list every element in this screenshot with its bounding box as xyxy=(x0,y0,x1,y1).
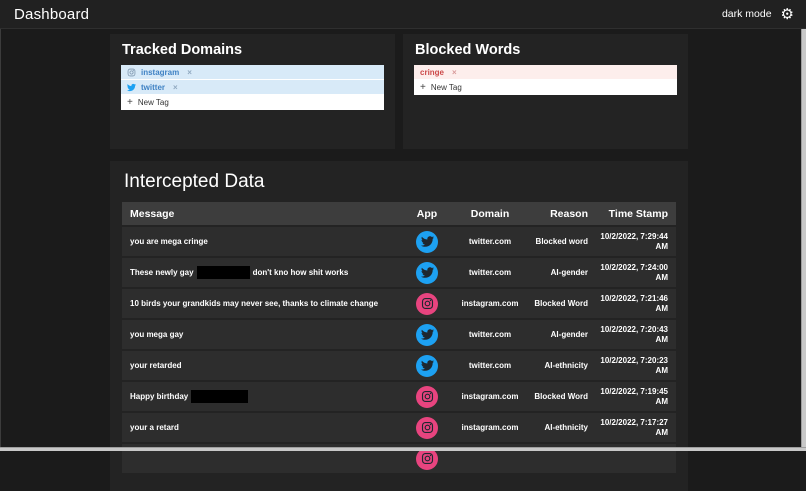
message-cell: your a retard xyxy=(130,422,179,432)
main-content: Tracked Domains instagram × twitter × + New T… xyxy=(0,34,806,491)
instagram-icon xyxy=(416,416,438,439)
reason-cell: AI-gender xyxy=(550,267,588,277)
remove-tag-icon[interactable]: × xyxy=(187,68,192,77)
blocked-words-title: Blocked Words xyxy=(415,42,521,58)
tag-label: instagram xyxy=(141,67,180,77)
timestamp-cell: 10/2/2022, 7:20:23 AM xyxy=(600,355,668,375)
reason-cell: AI-ethnicity xyxy=(544,360,588,370)
twitter-icon xyxy=(127,83,136,92)
table-header-row: Message App Domain Reason Time Stamp xyxy=(122,202,676,225)
top-bar: Dashboard dark mode ⚙ xyxy=(0,0,806,29)
twitter-icon xyxy=(416,323,438,346)
message-cell: you mega gay xyxy=(130,329,184,339)
twitter-icon xyxy=(416,261,438,284)
col-header-domain: Domain xyxy=(470,207,510,220)
col-header-message: Message xyxy=(130,207,175,220)
twitter-icon xyxy=(416,230,438,253)
domain-cell: instagram.com xyxy=(461,391,519,401)
timestamp-cell: 10/2/2022, 7:21:46 AM xyxy=(600,293,668,313)
instagram-icon xyxy=(416,385,438,408)
reason-cell: Blocked word xyxy=(535,236,588,246)
timestamp-cell: 10/2/2022, 7:24:00 AM xyxy=(600,262,668,282)
message-cell: you are mega cringe xyxy=(130,236,208,246)
reason-cell: Blocked Word xyxy=(534,298,588,308)
tag-label: cringe xyxy=(420,67,445,77)
domain-cell: twitter.com xyxy=(468,329,512,339)
intercepted-data-panel: Intercepted Data Message App Domain Reas… xyxy=(110,161,688,491)
remove-tag-icon[interactable]: × xyxy=(173,83,178,92)
instagram-icon xyxy=(416,292,438,315)
domain-cell: instagram.com xyxy=(461,298,519,308)
domain-cell: twitter.com xyxy=(468,236,512,246)
timestamp-cell: 10/2/2022, 7:29:44 AM xyxy=(600,231,668,251)
instagram-icon xyxy=(127,68,136,77)
redaction-box xyxy=(191,390,249,403)
domain-cell: instagram.com xyxy=(461,422,519,432)
page-title: Dashboard xyxy=(14,5,90,23)
tag-label: twitter xyxy=(141,82,165,92)
app-cell xyxy=(404,385,450,408)
table-row: Happy birthday instagram.com Blocked Word 1… xyxy=(122,382,676,411)
col-header-app: App xyxy=(416,207,438,220)
new-tag-label: New Tag xyxy=(137,97,169,107)
app-cell xyxy=(404,323,450,346)
twitter-icon xyxy=(416,354,438,377)
blocked-words-tag-list: cringe × + New Tag xyxy=(414,65,677,95)
app-cell xyxy=(404,416,450,439)
reason-cell: AI-ethnicity xyxy=(544,422,588,432)
tracked-domains-tag-list: instagram × twitter × + New Tag xyxy=(121,65,384,110)
tag-cringe[interactable]: cringe × xyxy=(414,65,677,80)
redaction-box xyxy=(196,266,250,279)
remove-tag-icon[interactable]: × xyxy=(452,68,457,77)
reason-cell: Blocked Word xyxy=(534,391,588,401)
timestamp-cell: 10/2/2022, 7:20:43 AM xyxy=(600,324,668,344)
col-header-reason: Reason xyxy=(550,207,588,220)
table-row: 10 birds your grandkids may never see, t… xyxy=(122,289,676,318)
app-cell xyxy=(404,354,450,377)
tag-instagram[interactable]: instagram × xyxy=(121,65,384,80)
table-body: you are mega cringe twitter.com Blocked wo… xyxy=(122,227,676,473)
domain-cell: twitter.com xyxy=(468,360,512,370)
app-cell xyxy=(404,230,450,253)
vertical-scrollbar[interactable] xyxy=(801,29,806,451)
settings-gear-icon[interactable]: ⚙ xyxy=(781,7,794,22)
domain-cell: twitter.com xyxy=(468,267,512,277)
table-row: you mega gay twitter.com AI-gender 10/2/202… xyxy=(122,320,676,349)
dark-mode-label: dark mode xyxy=(721,8,772,20)
col-header-timestamp: Time Stamp xyxy=(608,207,668,220)
reason-cell: AI-gender xyxy=(550,329,588,339)
tag-twitter[interactable]: twitter × xyxy=(121,80,384,95)
blocked-words-panel: Blocked Words cringe × + New Tag xyxy=(403,34,688,149)
app-cell xyxy=(404,292,450,315)
tracked-domains-panel: Tracked Domains instagram × twitter × + New T… xyxy=(110,34,395,149)
intercepted-data-title: Intercepted Data xyxy=(124,171,265,192)
top-bar-right: dark mode ⚙ xyxy=(722,7,794,22)
plus-icon: + xyxy=(127,96,133,108)
message-cell: your retarded xyxy=(130,360,182,370)
message-cell: Happy birthday xyxy=(122,390,404,403)
horizontal-scrollbar[interactable] xyxy=(0,447,806,451)
table-row: your retarded twitter.com AI-ethnicity 10/2… xyxy=(122,351,676,380)
window-left-edge xyxy=(0,29,1,451)
new-tag-button[interactable]: + New Tag xyxy=(121,95,384,110)
timestamp-cell: 10/2/2022, 7:17:27 AM xyxy=(600,417,668,437)
tracked-domains-title: Tracked Domains xyxy=(122,42,243,58)
message-cell: 10 birds your grandkids may never see, t… xyxy=(130,298,379,308)
table-row: These newly gay don't kno how shit works t… xyxy=(122,258,676,287)
new-tag-button[interactable]: + New Tag xyxy=(414,80,677,95)
table-row: you are mega cringe twitter.com Blocked wo… xyxy=(122,227,676,256)
app-cell xyxy=(404,261,450,284)
timestamp-cell: 10/2/2022, 7:19:45 AM xyxy=(600,386,668,406)
message-cell: These newly gay don't kno how shit works xyxy=(122,266,404,279)
table-row: your a retard instagram.com AI-ethnicity 10… xyxy=(122,413,676,442)
plus-icon: + xyxy=(420,81,426,93)
new-tag-label: New Tag xyxy=(430,82,462,92)
